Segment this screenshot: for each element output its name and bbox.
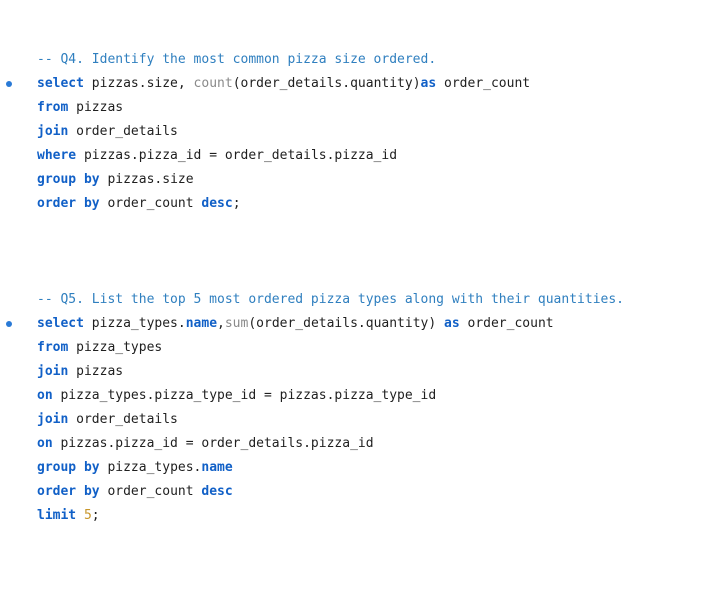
run-statement-dot-icon[interactable]: [6, 321, 12, 327]
identifier: [76, 508, 84, 523]
identifier: pizza_types: [68, 340, 163, 355]
keyword: from: [37, 340, 69, 355]
identifier: pizzas: [68, 100, 124, 115]
code-line-from[interactable]: from pizzas: [0, 96, 702, 120]
number-literal: 5: [83, 508, 92, 523]
code-text: from pizza_types: [37, 336, 162, 360]
keyword: as: [420, 76, 437, 91]
code-text: order by order_count desc: [37, 480, 233, 504]
keyword: select: [37, 316, 84, 331]
keyword: order by: [37, 196, 100, 211]
comment-text: -- Q4. Identify the most common pizza si…: [37, 52, 437, 67]
identifier: ;: [232, 196, 241, 211]
identifier: pizza_types.: [99, 460, 202, 475]
identifier: order_count: [99, 484, 202, 499]
identifier: pizzas.pizza_id = order_details.pizza_id: [76, 148, 398, 163]
code-line-select-q5[interactable]: select pizza_types.name,sum(order_detail…: [0, 312, 702, 336]
code-text: on pizzas.pizza_id = order_details.pizza…: [37, 432, 374, 456]
identifier: order_details: [68, 124, 178, 139]
code-text: limit 5;: [37, 504, 100, 528]
keyword: from: [37, 100, 69, 115]
code-text: group by pizzas.size: [37, 168, 194, 192]
sql-editor[interactable]: -- Q4. Identify the most common pizza si…: [0, 0, 702, 595]
keyword: desc: [201, 196, 233, 211]
code-line-limit[interactable]: limit 5;: [0, 504, 702, 528]
identifier: pizzas.size: [99, 172, 194, 187]
code-line-comment-q5[interactable]: -- Q5. List the top 5 most ordered pizza…: [0, 288, 702, 312]
identifier: order_details: [68, 412, 178, 427]
identifier: (order_details.quantity): [232, 76, 421, 91]
identifier: pizzas: [68, 364, 124, 379]
function-name: sum: [224, 316, 249, 331]
code-text: select pizzas.size, count(order_details.…: [37, 72, 530, 96]
code-line-join[interactable]: join order_details: [0, 120, 702, 144]
code-line-on[interactable]: on pizzas.pizza_id = order_details.pizza…: [0, 432, 702, 456]
keyword: as: [444, 316, 460, 331]
code-line-order-by[interactable]: order by order_count desc: [0, 480, 702, 504]
keyword: select: [37, 76, 84, 91]
code-line-order-by[interactable]: order by order_count desc;: [0, 192, 702, 216]
identifier: order_count: [459, 316, 554, 331]
code-line-on[interactable]: on pizza_types.pizza_type_id = pizzas.pi…: [0, 384, 702, 408]
identifier: ,: [217, 316, 225, 331]
identifier: order_count: [436, 76, 531, 91]
code-text: where pizzas.pizza_id = order_details.pi…: [37, 144, 397, 168]
code-line-select-q4[interactable]: select pizzas.size, count(order_details.…: [0, 72, 702, 96]
keyword: name: [201, 460, 233, 475]
keyword: join: [37, 412, 69, 427]
keyword: join: [37, 364, 69, 379]
keyword: limit: [37, 508, 77, 523]
keyword: on: [37, 436, 53, 451]
code-text: join order_details: [37, 120, 178, 144]
identifier: ;: [91, 508, 100, 523]
code-line-comment-q4[interactable]: -- Q4. Identify the most common pizza si…: [0, 48, 702, 72]
code-line-group-by[interactable]: group by pizza_types.name: [0, 456, 702, 480]
run-statement-dot-icon[interactable]: [6, 81, 12, 87]
identifier: pizzas.pizza_id = order_details.pizza_id: [52, 436, 374, 451]
code-text: on pizza_types.pizza_type_id = pizzas.pi…: [37, 384, 436, 408]
keyword: group by: [37, 460, 100, 475]
code-text: join pizzas: [37, 360, 123, 384]
keyword: name: [185, 316, 218, 331]
code-line-join[interactable]: join order_details: [0, 408, 702, 432]
identifier: (order_details.quantity): [248, 316, 445, 331]
code-text: from pizzas: [37, 96, 123, 120]
identifier: pizza_types.: [83, 316, 186, 331]
comment-text: -- Q5. List the top 5 most ordered pizza…: [37, 292, 624, 307]
code-text: join order_details: [37, 408, 178, 432]
keyword: where: [37, 148, 77, 163]
code-text: group by pizza_types.name: [37, 456, 233, 480]
identifier: pizzas.size,: [83, 76, 194, 91]
code-text: select pizza_types.name,sum(order_detail…: [37, 312, 554, 336]
function-name: count: [193, 76, 233, 91]
keyword: join: [37, 124, 69, 139]
identifier: order_count: [99, 196, 202, 211]
code-line-join[interactable]: join pizzas: [0, 360, 702, 384]
keyword: order by: [37, 484, 100, 499]
keyword: desc: [201, 484, 233, 499]
identifier: pizza_types.pizza_type_id = pizzas.pizza…: [52, 388, 437, 403]
code-line-group-by[interactable]: group by pizzas.size: [0, 168, 702, 192]
code-line-from[interactable]: from pizza_types: [0, 336, 702, 360]
keyword: on: [37, 388, 53, 403]
keyword: group by: [37, 172, 100, 187]
code-line-where[interactable]: where pizzas.pizza_id = order_details.pi…: [0, 144, 702, 168]
code-text: order by order_count desc;: [37, 192, 241, 216]
